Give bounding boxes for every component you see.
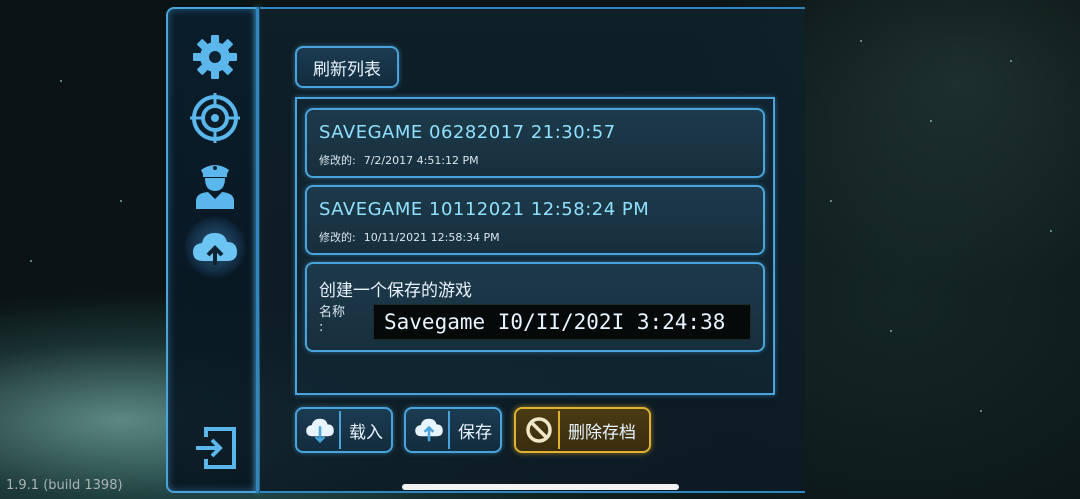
sidebar-divider (256, 7, 259, 493)
star (1010, 60, 1012, 62)
cloud-upload-icon (193, 233, 237, 265)
home-indicator[interactable] (402, 484, 679, 490)
save-button[interactable]: 保存 (404, 407, 502, 453)
cloud-upload-icon (415, 418, 443, 442)
no-symbol-icon-wrap (520, 411, 560, 449)
exit-icon (196, 427, 236, 469)
star (30, 260, 32, 262)
star (980, 410, 982, 412)
save-slot-title: SAVEGAME 06282017 21:30:57 (319, 122, 616, 143)
star (890, 330, 892, 332)
create-save-title: 创建一个保存的游戏 (319, 281, 472, 301)
load-button[interactable]: 载入 (295, 407, 393, 453)
refresh-list-button[interactable]: 刷新列表 (295, 46, 399, 88)
cloud-save-button[interactable] (184, 216, 246, 278)
star (830, 200, 832, 202)
star (60, 80, 62, 82)
save-slot-title: SAVEGAME 10112021 12:58:24 PM (319, 199, 650, 220)
captain-button[interactable] (190, 159, 240, 209)
refresh-list-label: 刷新列表 (313, 59, 381, 80)
prohibited-icon (526, 417, 552, 443)
exit-button[interactable] (190, 423, 240, 473)
load-label: 载入 (349, 422, 383, 443)
star (930, 120, 932, 122)
save-slot[interactable]: SAVEGAME 10112021 12:58:24 PM 修改的: 10/11/… (305, 185, 765, 255)
modified-label: 修改的: (319, 154, 356, 167)
save-slot[interactable]: SAVEGAME 06282017 21:30:57 修改的: 7/2/2017 … (305, 108, 765, 178)
target-button[interactable] (190, 93, 240, 143)
version-label: 1.9.1 (build 1398) (6, 478, 123, 493)
star (1050, 230, 1052, 232)
name-label: 名称 : (319, 305, 346, 335)
cloud-download-icon-wrap (301, 411, 341, 449)
captain-icon (196, 165, 234, 209)
save-slot-modified: 修改的: 7/2/2017 4:51:12 PM (319, 152, 479, 168)
save-name-input[interactable]: Savegame I0/II/202I 3:24:38 (373, 304, 751, 340)
cloud-download-icon (306, 418, 334, 443)
modified-date: 10/11/2021 12:58:34 PM (363, 231, 500, 244)
settings-button[interactable] (190, 32, 240, 82)
create-save-card: 创建一个保存的游戏 名称 : Savegame I0/II/202I 3:24:… (305, 262, 765, 352)
delete-save-button[interactable]: 删除存档 (514, 407, 651, 453)
sidebar (166, 7, 258, 493)
cloud-upload-icon-wrap (410, 411, 450, 449)
save-label: 保存 (458, 422, 492, 443)
modified-date: 7/2/2017 4:51:12 PM (363, 154, 479, 167)
star (860, 40, 862, 42)
modified-label: 修改的: (319, 231, 356, 244)
crosshair-icon (190, 93, 240, 143)
gear-icon (193, 35, 237, 79)
delete-save-label: 删除存档 (568, 422, 636, 443)
save-slot-modified: 修改的: 10/11/2021 12:58:34 PM (319, 229, 500, 245)
star (120, 200, 122, 202)
